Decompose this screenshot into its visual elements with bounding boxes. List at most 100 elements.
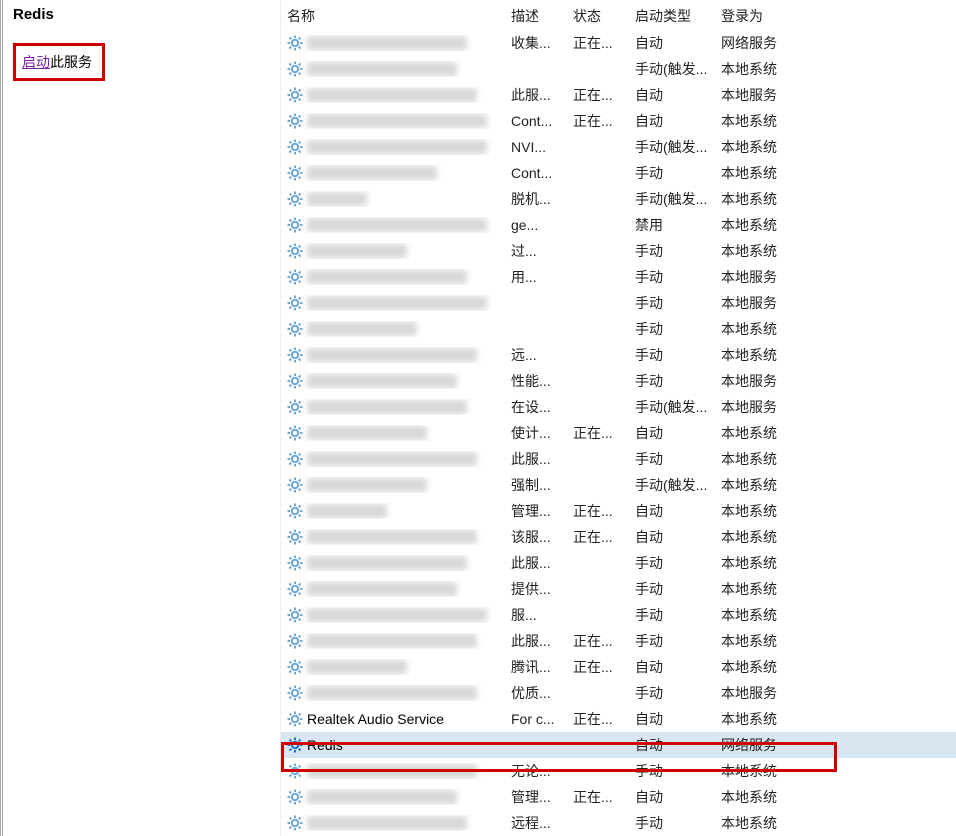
service-startup-type: 自动 — [629, 709, 715, 729]
service-logon-as: 本地系统 — [715, 449, 805, 469]
start-service-link[interactable]: 启动 — [22, 54, 50, 70]
service-row[interactable]: 收集...正在...自动网络服务 — [281, 30, 956, 56]
service-name-cell — [281, 269, 505, 285]
service-logon-as: 本地系统 — [715, 761, 805, 781]
service-name-cell — [281, 35, 505, 51]
redacted-name — [307, 686, 477, 700]
service-description: 远程... — [505, 813, 567, 833]
service-name-cell — [281, 607, 505, 623]
service-logon-as: 本地服务 — [715, 397, 805, 417]
service-row[interactable]: 优质...手动本地服务 — [281, 680, 956, 706]
gear-icon — [287, 815, 303, 831]
service-row[interactable]: 管理...正在...自动本地系统 — [281, 498, 956, 524]
action-highlight-box: 启动此服务 — [13, 43, 105, 81]
service-startup-type: 自动 — [629, 735, 715, 755]
service-description: 过... — [505, 241, 567, 261]
service-row[interactable]: 手动(触发...本地系统 — [281, 56, 956, 82]
service-startup-type: 手动(触发... — [629, 137, 715, 157]
service-row[interactable]: 腾讯...正在...自动本地系统 — [281, 654, 956, 680]
service-description: For c... — [505, 711, 567, 727]
redacted-name — [307, 62, 457, 76]
service-row[interactable]: 此服...手动本地系统 — [281, 446, 956, 472]
service-row[interactable]: 脱机...手动(触发...本地系统 — [281, 186, 956, 212]
service-description: 腾讯... — [505, 657, 567, 677]
service-row[interactable]: 该服...正在...自动本地系统 — [281, 524, 956, 550]
service-status: 正在... — [567, 527, 629, 547]
gear-icon — [287, 217, 303, 233]
service-startup-type: 手动 — [629, 371, 715, 391]
service-logon-as: 本地系统 — [715, 345, 805, 365]
redacted-name — [307, 790, 457, 804]
header-name[interactable]: 名称 — [281, 6, 505, 26]
service-row[interactable]: NVI...手动(触发...本地系统 — [281, 134, 956, 160]
service-startup-type: 自动 — [629, 787, 715, 807]
service-row[interactable]: 管理...正在...自动本地系统 — [281, 784, 956, 810]
service-row[interactable]: 远程...手动本地系统 — [281, 810, 956, 836]
gear-icon — [287, 659, 303, 675]
service-logon-as: 本地系统 — [715, 215, 805, 235]
service-status: 正在... — [567, 709, 629, 729]
service-name-cell — [281, 347, 505, 363]
service-description: 收集... — [505, 33, 567, 53]
service-row[interactable]: 提供...手动本地系统 — [281, 576, 956, 602]
gear-icon — [287, 399, 303, 415]
service-row[interactable]: 过...手动本地系统 — [281, 238, 956, 264]
service-row[interactable]: 此服...正在...自动本地服务 — [281, 82, 956, 108]
service-logon-as: 本地系统 — [715, 813, 805, 833]
start-service-suffix: 此服务 — [50, 54, 92, 70]
service-row[interactable]: ge...禁用本地系统 — [281, 212, 956, 238]
service-description: 无论... — [505, 761, 567, 781]
service-name-text: Realtek Audio Service — [307, 711, 444, 727]
service-name-cell — [281, 243, 505, 259]
service-status: 正在... — [567, 501, 629, 521]
gear-icon — [287, 789, 303, 805]
service-row[interactable]: 用...手动本地服务 — [281, 264, 956, 290]
service-row[interactable]: 远...手动本地系统 — [281, 342, 956, 368]
service-row[interactable]: 在设...手动(触发...本地服务 — [281, 394, 956, 420]
gear-icon — [287, 711, 303, 727]
redacted-name — [307, 192, 367, 206]
service-row[interactable]: Cont...正在...自动本地系统 — [281, 108, 956, 134]
service-row[interactable]: 手动本地系统 — [281, 316, 956, 342]
service-startup-type: 手动 — [629, 631, 715, 651]
service-description: ge... — [505, 217, 567, 233]
gear-icon — [287, 503, 303, 519]
service-row[interactable]: 手动本地服务 — [281, 290, 956, 316]
service-description: 性能... — [505, 371, 567, 391]
service-row[interactable]: 服...手动本地系统 — [281, 602, 956, 628]
service-logon-as: 本地服务 — [715, 293, 805, 313]
service-row[interactable]: 此服...手动本地系统 — [281, 550, 956, 576]
service-logon-as: 本地系统 — [715, 59, 805, 79]
redacted-name — [307, 608, 487, 622]
service-logon-as: 本地系统 — [715, 579, 805, 599]
service-startup-type: 手动 — [629, 241, 715, 261]
service-row[interactable]: 性能...手动本地服务 — [281, 368, 956, 394]
service-row[interactable]: Cont...手动本地系统 — [281, 160, 956, 186]
gear-icon — [287, 555, 303, 571]
service-description: 用... — [505, 267, 567, 287]
gear-icon — [287, 737, 303, 753]
gear-icon — [287, 477, 303, 493]
service-logon-as: 本地系统 — [715, 631, 805, 651]
service-row[interactable]: 此服...正在...手动本地系统 — [281, 628, 956, 654]
service-logon-as: 网络服务 — [715, 33, 805, 53]
header-status[interactable]: 状态 — [567, 6, 629, 26]
gear-icon — [287, 61, 303, 77]
service-row[interactable]: 无论...手动本地系统 — [281, 758, 956, 784]
service-row[interactable]: 强制...手动(触发...本地系统 — [281, 472, 956, 498]
gear-icon — [287, 763, 303, 779]
service-description: Cont... — [505, 113, 567, 129]
service-name-cell — [281, 659, 505, 675]
header-logon-as[interactable]: 登录为 — [715, 6, 805, 26]
service-startup-type: 自动 — [629, 657, 715, 677]
service-description: Cont... — [505, 165, 567, 181]
service-row[interactable]: Realtek Audio ServiceFor c...正在...自动本地系统 — [281, 706, 956, 732]
service-row[interactable]: 使计...正在...自动本地系统 — [281, 420, 956, 446]
service-startup-type: 手动 — [629, 579, 715, 599]
header-startup-type[interactable]: 启动类型 — [629, 6, 715, 26]
service-row[interactable]: Redis自动网络服务 — [281, 732, 956, 758]
service-logon-as: 本地系统 — [715, 319, 805, 339]
service-startup-type: 手动 — [629, 449, 715, 469]
header-description[interactable]: 描述 — [505, 6, 567, 26]
service-name-cell — [281, 399, 505, 415]
